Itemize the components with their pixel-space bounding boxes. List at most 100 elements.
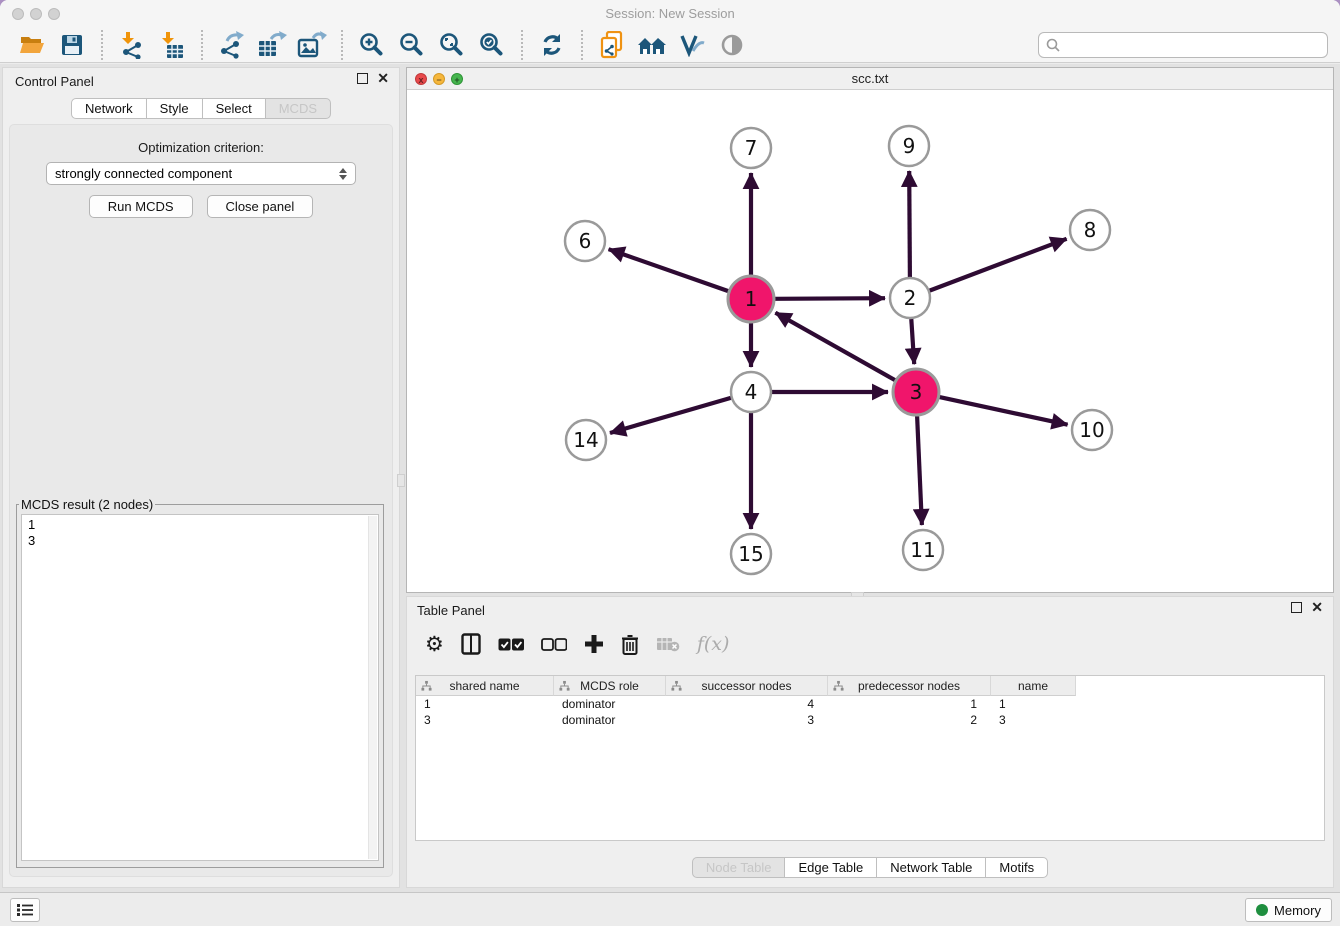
- home-icon: [637, 33, 667, 57]
- node-10[interactable]: 10: [1072, 410, 1112, 450]
- edge-1-6[interactable]: [609, 249, 729, 291]
- run-mcds-button[interactable]: Run MCDS: [89, 195, 193, 218]
- close-panel-icon[interactable]: ✕: [377, 73, 389, 84]
- cell-successor-nodes[interactable]: 4: [666, 696, 828, 712]
- export-network-button[interactable]: [217, 30, 247, 60]
- network-canvas[interactable]: 7 9 6 8 1 2 4 3 14 10 15 11: [407, 90, 1333, 592]
- result-scrollbar[interactable]: [368, 516, 377, 859]
- node-4[interactable]: 4: [731, 372, 771, 412]
- svg-text:14: 14: [573, 428, 598, 452]
- split-view-button[interactable]: [461, 630, 481, 658]
- tab-edge-table[interactable]: Edge Table: [784, 857, 877, 878]
- cell-shared-name[interactable]: 1: [416, 696, 554, 712]
- apply-style-button[interactable]: [677, 30, 707, 60]
- svg-text:10: 10: [1079, 418, 1104, 442]
- table-row[interactable]: 1dominator411: [416, 696, 1324, 712]
- toolbar-separator: [201, 30, 203, 60]
- export-table-button[interactable]: [257, 30, 287, 60]
- network-window-title: scc.txt: [407, 68, 1333, 90]
- memory-button[interactable]: Memory: [1245, 898, 1332, 922]
- save-session-button[interactable]: [57, 30, 87, 60]
- import-network-button[interactable]: [117, 30, 147, 60]
- zoom-fit-button[interactable]: [437, 30, 467, 60]
- cell-predecessor-nodes[interactable]: 2: [828, 712, 991, 728]
- edge-3-10[interactable]: [940, 397, 1068, 425]
- edge-2-8[interactable]: [930, 239, 1067, 291]
- optimization-select[interactable]: strongly connected component: [46, 162, 356, 185]
- cell-mcds-role[interactable]: dominator: [554, 712, 666, 728]
- select-all-button[interactable]: [498, 630, 524, 658]
- edge-3-1[interactable]: [775, 313, 895, 381]
- zoom-out-button[interactable]: [397, 30, 427, 60]
- close-window-icon[interactable]: [12, 8, 24, 20]
- home-button[interactable]: [637, 30, 667, 60]
- task-history-button[interactable]: [10, 898, 40, 922]
- cell-predecessor-nodes[interactable]: 1: [828, 696, 991, 712]
- column-header-mcds-role[interactable]: MCDS role: [554, 676, 666, 696]
- edge-3-11[interactable]: [917, 416, 922, 525]
- open-session-button[interactable]: [17, 30, 47, 60]
- cell-name[interactable]: 1: [991, 696, 1076, 712]
- node-14[interactable]: 14: [566, 420, 606, 460]
- table-row[interactable]: 3dominator323: [416, 712, 1324, 728]
- close-panel-icon[interactable]: ✕: [1311, 602, 1323, 613]
- network-window-titlebar: x − + scc.txt: [407, 68, 1333, 90]
- search-input[interactable]: [1061, 38, 1321, 53]
- node-7[interactable]: 7: [731, 128, 771, 168]
- edge-1-2[interactable]: [775, 298, 885, 299]
- delete-column-button[interactable]: [621, 630, 639, 658]
- export-image-button[interactable]: [297, 30, 327, 60]
- zoom-selected-button[interactable]: [477, 30, 507, 60]
- zoom-in-button[interactable]: [357, 30, 387, 60]
- tab-network-table[interactable]: Network Table: [876, 857, 986, 878]
- deselect-all-button[interactable]: [541, 630, 567, 658]
- maximize-network-icon[interactable]: +: [451, 73, 463, 85]
- node-11[interactable]: 11: [903, 530, 943, 570]
- tab-style[interactable]: Style: [146, 98, 203, 119]
- close-network-icon[interactable]: x: [415, 73, 427, 85]
- delete-table-button[interactable]: [656, 630, 680, 658]
- edge-4-14[interactable]: [610, 398, 731, 433]
- column-header-successor-nodes[interactable]: successor nodes: [666, 676, 828, 696]
- clone-network-button[interactable]: [597, 30, 627, 60]
- mcds-result-list[interactable]: 13: [21, 514, 379, 861]
- tab-node-table[interactable]: Node Table: [692, 857, 786, 878]
- refresh-button[interactable]: [537, 30, 567, 60]
- cell-successor-nodes[interactable]: 3: [666, 712, 828, 728]
- import-table-button[interactable]: [157, 30, 187, 60]
- node-1[interactable]: 1: [728, 276, 774, 322]
- column-header-predecessor-nodes[interactable]: predecessor nodes: [828, 676, 991, 696]
- edge-2-9[interactable]: [909, 171, 910, 277]
- function-builder-button[interactable]: f(x): [697, 630, 730, 658]
- tab-network[interactable]: Network: [71, 98, 147, 119]
- search-box: [1038, 32, 1328, 58]
- float-panel-icon[interactable]: [1291, 602, 1302, 613]
- tab-select[interactable]: Select: [202, 98, 266, 119]
- close-panel-button[interactable]: Close panel: [207, 195, 314, 218]
- mcds-result-title: MCDS result (2 nodes): [19, 497, 155, 512]
- node-9[interactable]: 9: [889, 126, 929, 166]
- tab-mcds[interactable]: MCDS: [265, 98, 331, 119]
- svg-text:1: 1: [745, 287, 758, 311]
- float-panel-icon[interactable]: [357, 73, 368, 84]
- edge-2-3[interactable]: [911, 319, 914, 364]
- maximize-window-icon[interactable]: [48, 8, 60, 20]
- table-toolbar: ⚙ f(x): [407, 624, 1333, 664]
- node-2[interactable]: 2: [890, 278, 930, 318]
- minimize-network-icon[interactable]: −: [433, 73, 445, 85]
- node-6[interactable]: 6: [565, 221, 605, 261]
- add-column-button[interactable]: [584, 630, 604, 658]
- column-header-shared-name[interactable]: shared name: [416, 676, 554, 696]
- table-settings-button[interactable]: ⚙: [425, 630, 444, 658]
- tab-motifs[interactable]: Motifs: [985, 857, 1048, 878]
- cell-mcds-role[interactable]: dominator: [554, 696, 666, 712]
- node-15[interactable]: 15: [731, 534, 771, 574]
- node-3[interactable]: 3: [893, 369, 939, 415]
- cell-name[interactable]: 3: [991, 712, 1076, 728]
- minimize-window-icon[interactable]: [30, 8, 42, 20]
- node-8[interactable]: 8: [1070, 210, 1110, 250]
- split-handle-vertical[interactable]: [397, 474, 405, 487]
- graphics-details-button[interactable]: [717, 30, 747, 60]
- column-header-name[interactable]: name: [991, 676, 1076, 696]
- cell-shared-name[interactable]: 3: [416, 712, 554, 728]
